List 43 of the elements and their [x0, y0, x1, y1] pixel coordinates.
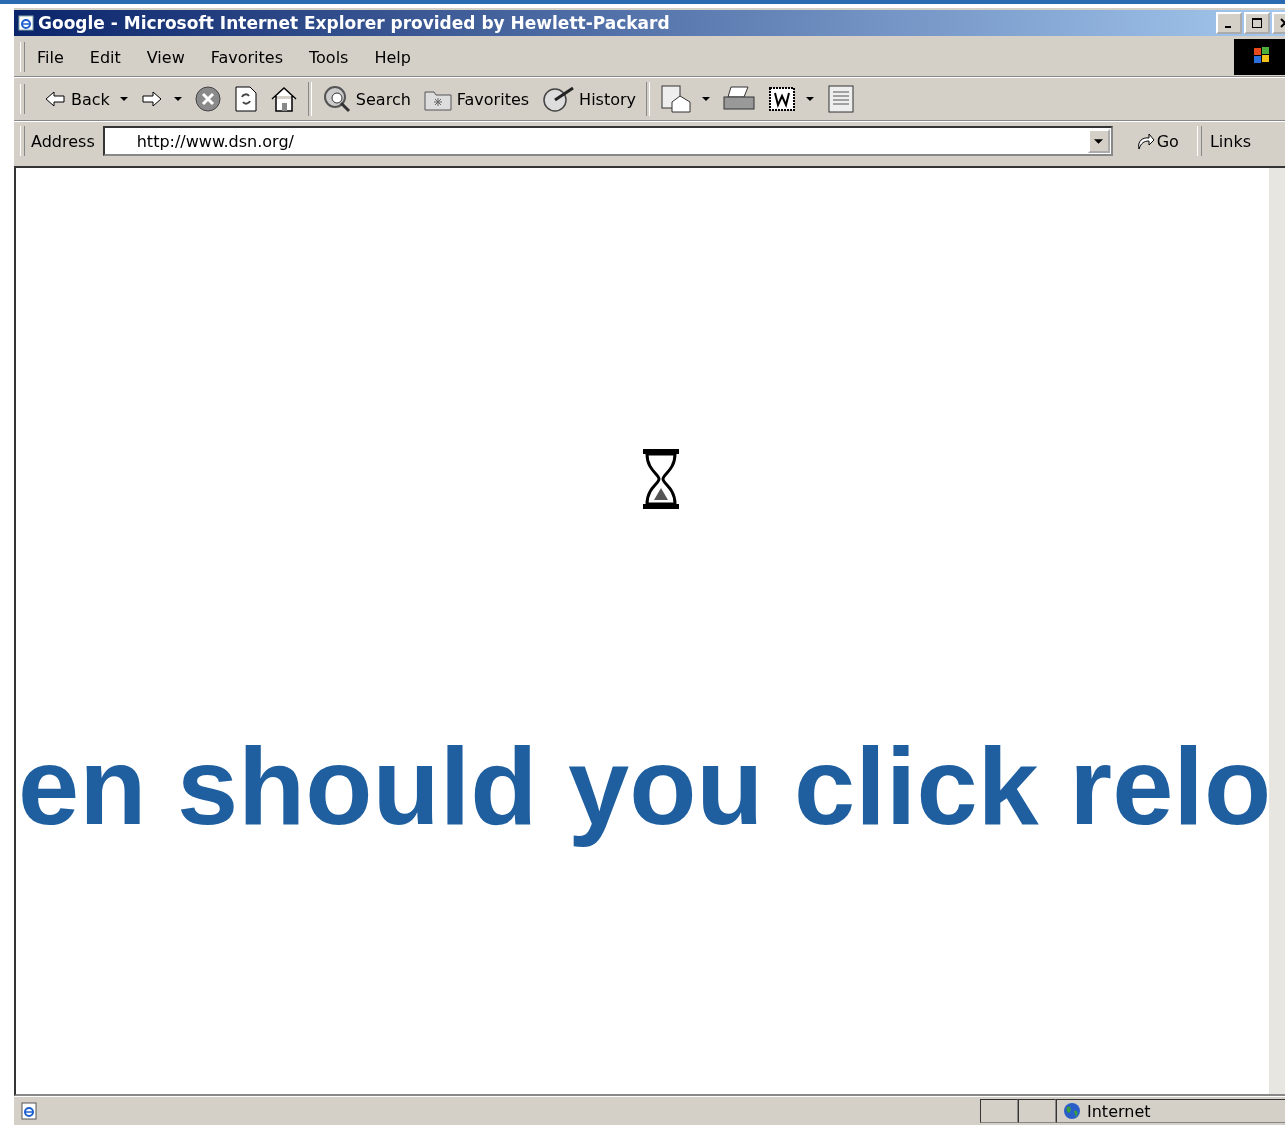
caret-icon	[173, 97, 182, 101]
windows-logo-icon	[1234, 39, 1285, 75]
minimize-icon	[1224, 26, 1231, 28]
maximize-icon	[1251, 17, 1263, 29]
document-icon	[826, 84, 856, 114]
caret-icon	[1094, 138, 1104, 144]
caret-icon	[806, 97, 814, 101]
refresh-icon	[233, 85, 258, 113]
links-button[interactable]: Links	[1209, 131, 1251, 151]
search-button[interactable]: Search	[315, 82, 417, 116]
go-button[interactable]: Go	[1128, 130, 1185, 152]
edit-icon	[768, 85, 796, 113]
home-icon	[269, 85, 298, 113]
vertical-scrollbar[interactable]	[1269, 168, 1285, 1094]
minimize-button[interactable]	[1216, 12, 1242, 34]
caret-icon	[702, 97, 710, 101]
search-icon	[321, 84, 352, 114]
window-title: Google - Microsoft Internet Explorer provided by Hewlett-Packard	[38, 13, 670, 33]
browser-icon	[18, 15, 34, 31]
menu-item[interactable]: File	[37, 47, 64, 67]
maximize-button[interactable]	[1244, 12, 1270, 34]
menu-item[interactable]: Help	[374, 47, 411, 67]
menu-item[interactable]: View	[146, 47, 185, 67]
address-label: Address	[31, 131, 95, 151]
caret-icon	[119, 97, 128, 101]
clock-icon	[541, 85, 576, 113]
menu-item[interactable]: Edit	[89, 47, 121, 67]
favorites-button[interactable]: Favorites	[416, 84, 536, 114]
history-button[interactable]: History	[535, 83, 642, 115]
zone-label: Internet	[1087, 1101, 1151, 1121]
hourglass-icon	[642, 448, 680, 510]
globe-icon	[1063, 1102, 1081, 1120]
address-field[interactable]: http://www.dsn.org/	[102, 126, 1113, 156]
menu-item[interactable]: Tools	[309, 47, 349, 67]
headline: en should you click relo	[18, 725, 1272, 846]
status-pane	[980, 1099, 1018, 1123]
back-button[interactable]: Back	[37, 85, 134, 113]
menu-item[interactable]: Favorites	[210, 47, 283, 67]
print-icon	[722, 85, 756, 113]
stop-icon	[193, 85, 222, 113]
mail-icon	[660, 84, 692, 114]
page-icon	[20, 1102, 38, 1120]
dropdown-button[interactable]	[1087, 129, 1110, 153]
